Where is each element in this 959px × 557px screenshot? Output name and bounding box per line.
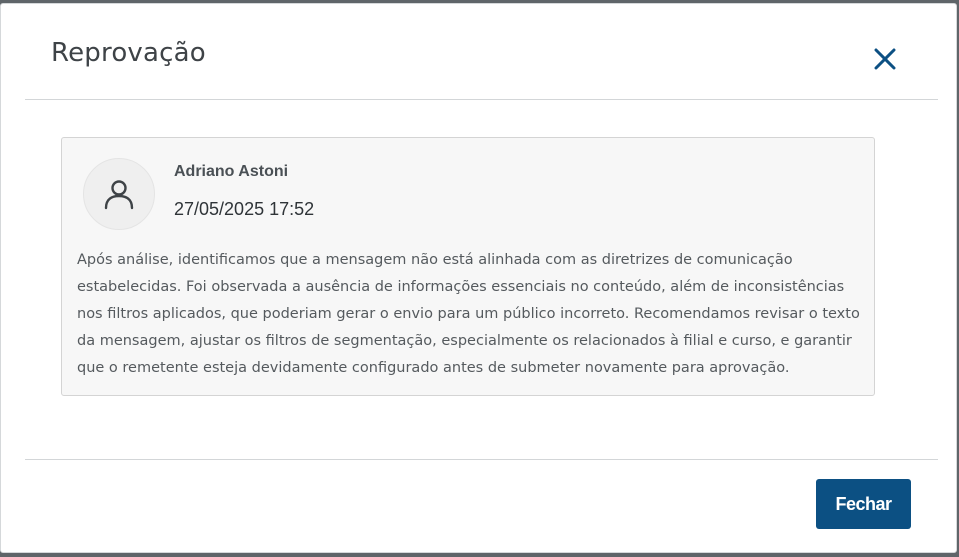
avatar	[83, 158, 155, 230]
user-icon	[104, 180, 134, 210]
close-icon	[874, 48, 896, 70]
reprovacao-dialog: Reprovação Adriano Astoni 27/05/2025 17:…	[0, 3, 957, 553]
comment-message: Após análise, identificamos que a mensag…	[77, 252, 860, 376]
footer-divider	[25, 459, 938, 460]
header-divider	[25, 99, 938, 100]
dialog-title: Reprovação	[51, 38, 206, 68]
close-button[interactable]	[869, 44, 901, 76]
fechar-button[interactable]: Fechar	[816, 479, 911, 529]
comment-card: Adriano Astoni 27/05/2025 17:52 Após aná…	[61, 137, 875, 396]
comment-author: Adriano Astoni	[174, 163, 289, 180]
comment-timestamp: 27/05/2025 17:52	[174, 199, 315, 219]
